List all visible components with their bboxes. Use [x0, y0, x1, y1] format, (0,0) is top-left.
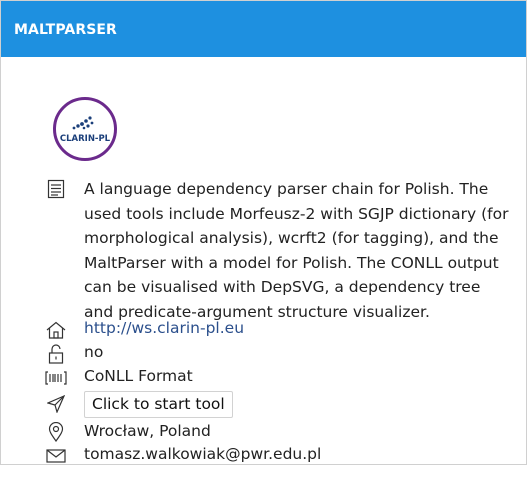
tool-card: MALTPARSER CLARIN-PL A language dependen… — [0, 0, 527, 465]
start-tool-button[interactable]: Click to start tool — [84, 391, 233, 418]
unlock-icon — [48, 344, 64, 364]
homepage-link[interactable]: http://ws.clarin-pl.eu — [84, 319, 244, 337]
barcode-icon — [45, 371, 67, 385]
login-required-value: no — [84, 343, 104, 361]
clarin-pl-logo: CLARIN-PL — [53, 97, 117, 161]
send-icon — [47, 395, 65, 413]
map-pin-icon — [48, 422, 64, 442]
format-value: CoNLL Format — [84, 367, 193, 385]
card-header: MALTPARSER — [1, 1, 526, 57]
envelope-icon — [46, 449, 66, 463]
location-value: Wrocław, Poland — [84, 422, 211, 440]
email-link[interactable]: tomasz.walkowiak@pwr.edu.pl — [84, 445, 321, 463]
tool-description: A language dependency parser chain for P… — [84, 180, 509, 321]
home-icon — [46, 321, 66, 339]
logo-text: CLARIN-PL — [60, 134, 111, 144]
document-icon — [47, 179, 65, 199]
